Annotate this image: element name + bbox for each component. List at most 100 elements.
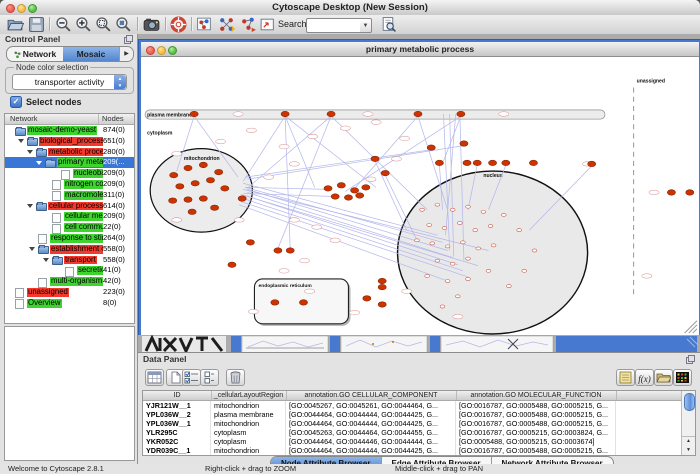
tree-item-multi-organism-pro[interactable]: multi-organism pro42(0) xyxy=(5,276,134,287)
tree-item-macromolecule[interactable]: macromolecule311(0) xyxy=(5,190,134,201)
tab-network-attribute-browser[interactable]: Network Attribute Browser xyxy=(492,457,613,464)
table-row[interactable]: YPL036W__1mitochondrion[GO:0044464, GO:0… xyxy=(143,419,682,428)
network-mini-node[interactable] xyxy=(440,305,445,308)
network-canvas[interactable]: plasma membranecytoplasmunassignednucleu… xyxy=(141,57,699,335)
table-cell[interactable]: [GO:0044464, GO:0044444, GO:0044425, G..… xyxy=(286,446,456,455)
select-nodes-checkbox[interactable]: ✓ xyxy=(10,96,22,108)
float-panel-icon[interactable] xyxy=(124,35,133,44)
table-cell[interactable]: cytoplasm xyxy=(211,437,286,446)
tree-item-mosaic-demo-yeast[interactable]: mosaic-demo-yeast874(0) xyxy=(5,125,134,136)
table-cell[interactable]: plasma membrane xyxy=(211,410,286,419)
network-node[interactable] xyxy=(199,162,207,167)
tree-item-unassigned[interactable]: unassigned223(0) xyxy=(5,287,134,298)
network-mini-node[interactable] xyxy=(442,227,447,230)
table-cell[interactable]: mitochondrion xyxy=(211,446,286,455)
network-node[interactable] xyxy=(188,209,196,214)
network-node[interactable] xyxy=(414,111,422,116)
network-node[interactable] xyxy=(686,190,694,195)
table-cell[interactable]: mitochondrion xyxy=(211,401,286,410)
tree-item-overview[interactable]: Overview8(0) xyxy=(5,298,134,309)
tree-item-primary-metabo[interactable]: primary metabo209(... xyxy=(5,157,134,168)
tree-item-transport[interactable]: transport558(0) xyxy=(5,255,134,266)
table-cell[interactable]: [GO:0045263, GO:0044464, GO:0044455, G..… xyxy=(286,428,456,437)
network-node[interactable] xyxy=(324,186,332,191)
zoom-selected-region-button[interactable] xyxy=(95,16,112,33)
network-node[interactable] xyxy=(327,111,335,116)
network-mini-node[interactable] xyxy=(522,269,527,272)
scrollbar-arrows[interactable]: ▲▼ xyxy=(682,436,695,455)
network-mini-node[interactable] xyxy=(486,269,491,272)
network-node[interactable] xyxy=(502,160,510,165)
float-panel-icon[interactable] xyxy=(686,355,695,364)
tab-edge-attribute-browser[interactable]: Edge Attribute Browser xyxy=(382,457,492,464)
table-cell[interactable]: [GO:0016787, GO:0005215, GO:0003824, G..… xyxy=(456,428,616,437)
column-header-2[interactable]: annotation.GO CELLULAR_COMPONENT xyxy=(286,391,457,400)
table-row[interactable]: YDR039C__1mitochondrion[GO:0044464, GO:0… xyxy=(143,446,682,455)
network-node[interactable] xyxy=(190,111,198,116)
table-cell[interactable]: mitochondrion xyxy=(211,419,286,428)
network-mini-node[interactable] xyxy=(420,208,425,211)
network-node[interactable] xyxy=(299,300,307,305)
tree-item-biological-process[interactable]: biological_process651(0) xyxy=(5,136,134,147)
network-node[interactable] xyxy=(529,160,537,165)
network-mini-node[interactable] xyxy=(466,205,471,208)
network-mini-node[interactable] xyxy=(445,245,450,248)
network-mini-node[interactable] xyxy=(435,203,440,206)
network-node[interactable] xyxy=(228,262,236,267)
network-mini-node[interactable] xyxy=(415,239,420,242)
network-node[interactable] xyxy=(176,184,184,189)
network-mini-node[interactable] xyxy=(435,259,440,262)
table-cell[interactable]: [GO:0016787, GO:0005488, GO:0005215, G..… xyxy=(456,410,616,419)
snapshot-button[interactable] xyxy=(143,16,160,33)
select-all-attributes-button[interactable] xyxy=(182,369,201,386)
table-cell[interactable]: [GO:0005488, GO:0005215, GO:0003674] xyxy=(456,437,616,446)
network-mini-node[interactable] xyxy=(466,257,471,260)
network-node[interactable] xyxy=(588,161,596,166)
function-builder-button[interactable]: f(x) xyxy=(635,369,654,386)
unselect-all-attributes-button[interactable] xyxy=(200,369,219,386)
network-node[interactable] xyxy=(170,172,178,177)
network-mini-node[interactable] xyxy=(425,274,430,277)
table-cell[interactable]: [GO:0016787, GO:0005488, GO:0005215, G..… xyxy=(456,446,616,455)
tree-item-response-to-stimulu[interactable]: response to stimulu264(0) xyxy=(5,233,134,244)
tree-item-nucleobase-[interactable]: nucleobase-209(0) xyxy=(5,168,134,179)
network-mini-node[interactable] xyxy=(430,242,435,245)
network-node[interactable] xyxy=(331,194,339,199)
column-header-1[interactable]: _cellularLayoutRegion xyxy=(211,391,287,400)
network-node[interactable] xyxy=(435,160,443,165)
scrollbar-thumb[interactable] xyxy=(684,393,695,411)
birdseye-view-panel[interactable] xyxy=(4,326,135,461)
network-node[interactable] xyxy=(184,197,192,202)
network-mini-node[interactable] xyxy=(491,244,496,247)
annotation-button[interactable] xyxy=(259,16,276,33)
tree-column-nodes[interactable]: Nodes xyxy=(102,114,124,124)
network-mini-node[interactable] xyxy=(450,208,455,211)
network-node[interactable] xyxy=(488,160,496,165)
network-node[interactable] xyxy=(191,181,199,186)
network-node[interactable] xyxy=(169,198,177,203)
table-cell[interactable]: YPL036W__1 xyxy=(143,419,211,428)
zoom-out-button[interactable] xyxy=(55,16,72,33)
column-header-0[interactable]: ID xyxy=(143,391,212,400)
column-divider[interactable] xyxy=(98,114,99,124)
network-node[interactable] xyxy=(246,240,254,245)
tab-mosaic[interactable]: Mosaic xyxy=(63,47,119,61)
network-mini-node[interactable] xyxy=(455,295,460,298)
tree-item-establishment-of-lo[interactable]: establishment of lo558(0) xyxy=(5,244,134,255)
network-node[interactable] xyxy=(215,169,223,174)
resize-grip-icon[interactable] xyxy=(685,321,697,333)
expander-icon[interactable] xyxy=(29,247,35,251)
network-node[interactable] xyxy=(460,141,468,146)
import-attributes-button[interactable] xyxy=(654,369,673,386)
expander-icon[interactable] xyxy=(27,204,33,208)
network-node[interactable] xyxy=(344,195,352,200)
select-attributes-button[interactable] xyxy=(145,369,164,386)
network-tool-button[interactable] xyxy=(240,16,257,33)
attribute-notes-button[interactable] xyxy=(616,369,635,386)
table-row[interactable]: YPL036W__2plasma membrane[GO:0044464, GO… xyxy=(143,410,682,419)
heatmap-button[interactable] xyxy=(673,369,692,386)
search-dropdown-button[interactable]: ▼ xyxy=(360,18,372,33)
help-button[interactable] xyxy=(170,16,187,33)
network-node[interactable] xyxy=(427,145,435,150)
search-input[interactable] xyxy=(306,18,364,33)
